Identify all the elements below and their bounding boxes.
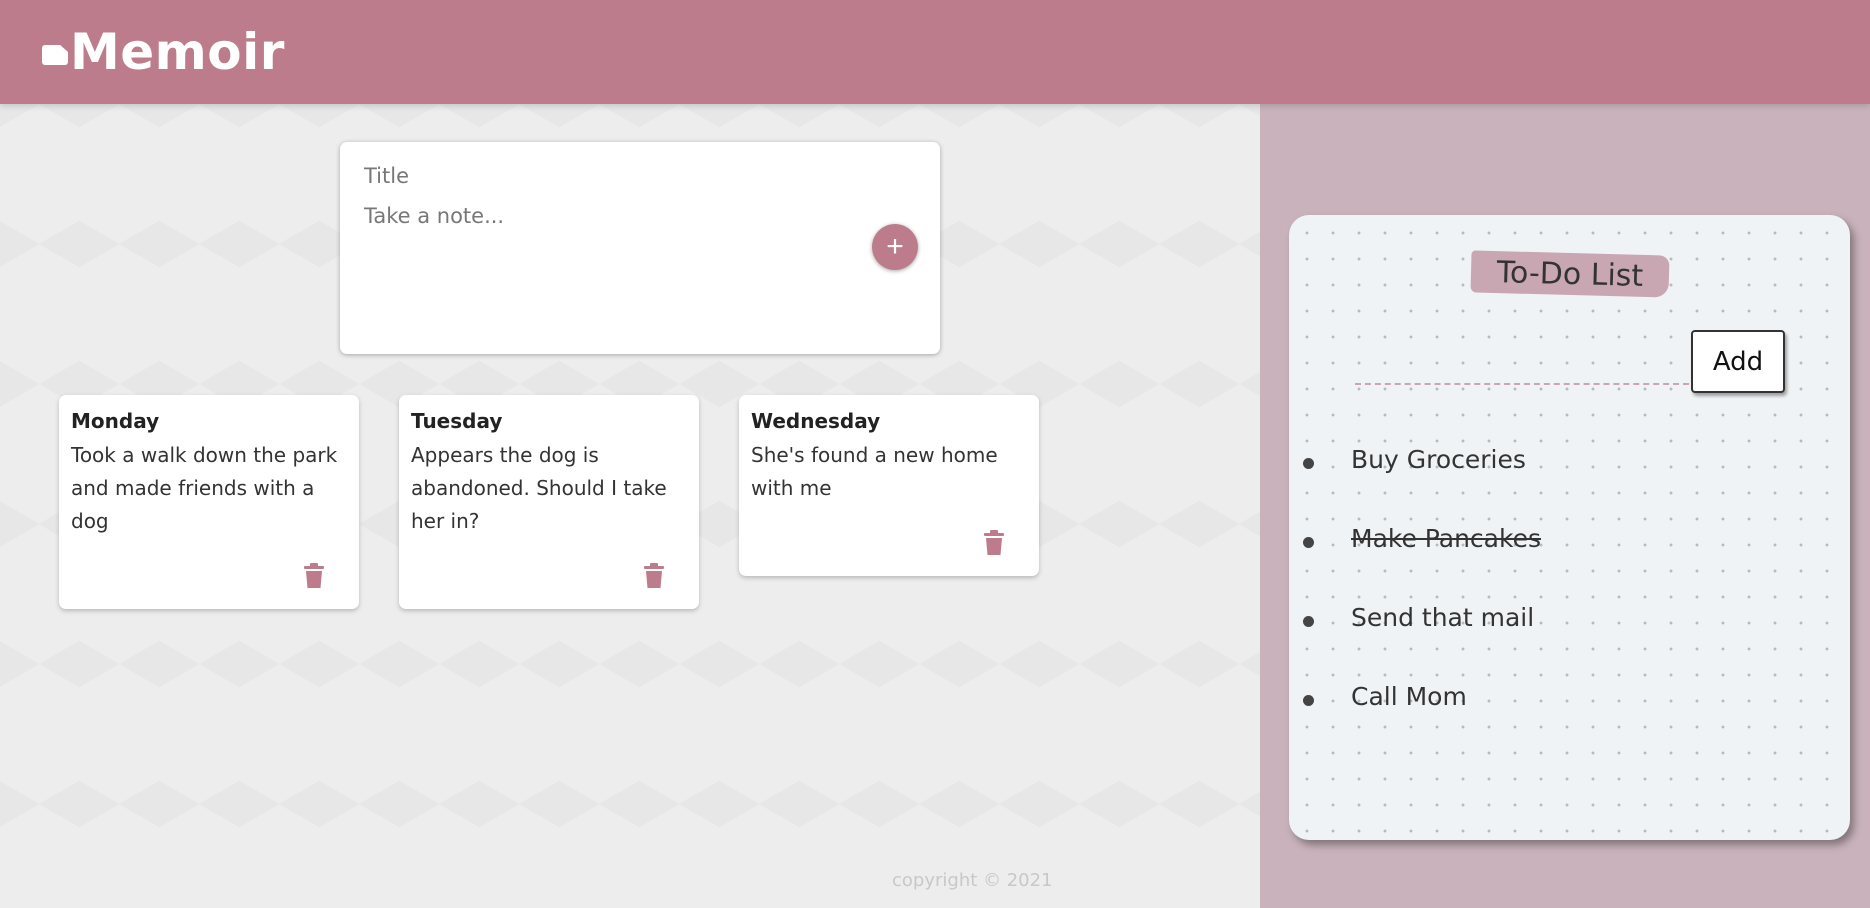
todo-item[interactable]: Call Mom (1299, 682, 1541, 761)
delete-note-button[interactable] (303, 563, 325, 589)
todo-item-text: Call Mom (1351, 682, 1467, 711)
add-todo-button[interactable]: Add (1691, 330, 1785, 393)
todo-item-text: Send that mail (1351, 603, 1535, 632)
note-composer (340, 142, 940, 354)
note-title-input[interactable] (364, 164, 916, 188)
app-logo: Memoir (42, 23, 285, 81)
note-content-input[interactable] (364, 204, 916, 294)
note-title: Monday (71, 409, 160, 433)
delete-note-button[interactable] (643, 563, 665, 589)
todo-input[interactable] (1355, 345, 1689, 385)
plus-icon: + (886, 230, 904, 263)
todo-item[interactable]: Buy Groceries (1299, 445, 1541, 524)
note-content: Took a walk down the park and made frien… (71, 443, 338, 533)
delete-note-button[interactable] (983, 530, 1005, 556)
todo-item[interactable]: Send that mail (1299, 603, 1541, 682)
note-title: Tuesday (411, 409, 503, 433)
note-icon (42, 45, 68, 65)
note-card: Monday Took a walk down the park and mad… (59, 395, 359, 609)
notes-area: Monday Took a walk down the park and mad… (0, 104, 1260, 908)
todo-heading: To-Do List (1470, 250, 1670, 298)
trash-icon (984, 530, 1004, 555)
note-title: Wednesday (751, 409, 881, 433)
app-header: Memoir (0, 0, 1870, 104)
todo-item-text: Make Pancakes (1351, 524, 1541, 553)
todo-item[interactable]: Make Pancakes (1299, 524, 1541, 603)
trash-icon (644, 563, 664, 588)
note-card: Wednesday She's found a new home with me (739, 395, 1039, 576)
trash-icon (304, 563, 324, 588)
note-card: Tuesday Appears the dog is abandoned. Sh… (399, 395, 699, 609)
footer-copyright: copyright © 2021 (892, 870, 1053, 891)
note-content: She's found a new home with me (751, 443, 998, 500)
app-title: Memoir (70, 23, 285, 81)
todo-item-text: Buy Groceries (1351, 445, 1526, 474)
add-note-button[interactable]: + (872, 224, 918, 270)
note-content: Appears the dog is abandoned. Should I t… (411, 443, 667, 533)
todo-list: Buy Groceries Make Pancakes Send that ma… (1299, 445, 1541, 761)
todo-card: To-Do List Add Buy Groceries Make Pancak… (1289, 215, 1850, 840)
